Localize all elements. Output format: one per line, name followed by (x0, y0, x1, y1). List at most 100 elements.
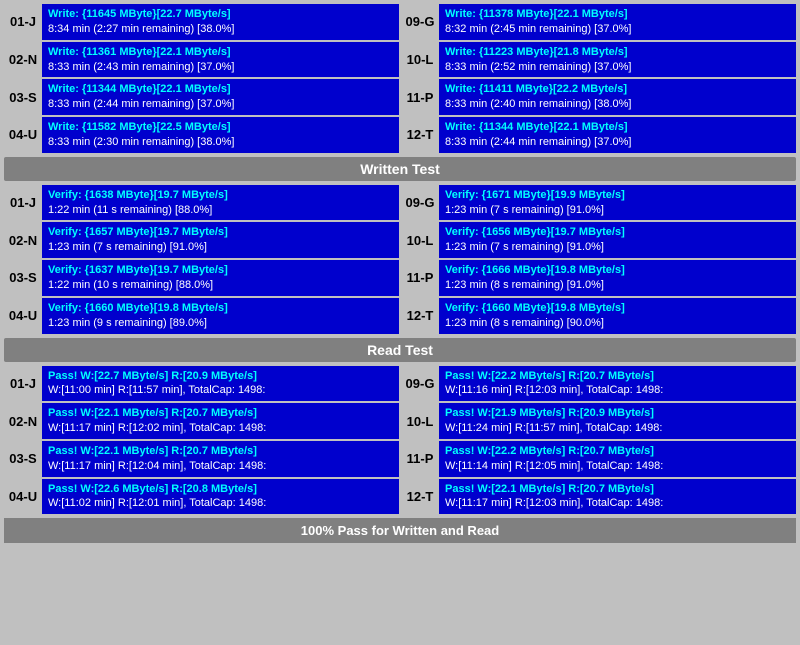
row-id: 11-P (401, 441, 439, 477)
row-line2: 1:23 min (7 s remaining) [91.0%] (445, 240, 790, 255)
write-col-left: 01-JWrite: {11645 MByte}[22.7 MByte/s]8:… (4, 4, 399, 153)
row-line2: 8:33 min (2:52 min remaining) [37.0%] (445, 60, 790, 75)
list-item: 01-JVerify: {1638 MByte}[19.7 MByte/s]1:… (4, 185, 399, 221)
row-id: 09-G (401, 185, 439, 221)
list-item: 11-PPass! W:[22.2 MByte/s] R:[20.7 MByte… (401, 441, 796, 477)
row-line1: Verify: {1666 MByte}[19.8 MByte/s] (445, 263, 790, 278)
row-line1: Verify: {1637 MByte}[19.7 MByte/s] (48, 263, 393, 278)
row-id: 09-G (401, 366, 439, 402)
row-line2: 1:23 min (9 s remaining) [89.0%] (48, 316, 393, 331)
list-item: 12-TVerify: {1660 MByte}[19.8 MByte/s]1:… (401, 298, 796, 334)
row-data: Write: {11378 MByte}[22.1 MByte/s]8:32 m… (439, 4, 796, 40)
row-line2: W:[11:00 min] R:[11:57 min], TotalCap: 1… (48, 383, 393, 398)
row-line1: Write: {11645 MByte}[22.7 MByte/s] (48, 7, 393, 22)
list-item: 09-GWrite: {11378 MByte}[22.1 MByte/s]8:… (401, 4, 796, 40)
row-line1: Write: {11344 MByte}[22.1 MByte/s] (48, 82, 393, 97)
row-id: 03-S (4, 79, 42, 115)
row-line1: Write: {11582 MByte}[22.5 MByte/s] (48, 120, 393, 135)
row-line1: Pass! W:[22.6 MByte/s] R:[20.8 MByte/s] (48, 482, 393, 497)
row-line2: 8:33 min (2:40 min remaining) [38.0%] (445, 97, 790, 112)
row-id: 02-N (4, 222, 42, 258)
list-item: 03-SVerify: {1637 MByte}[19.7 MByte/s]1:… (4, 260, 399, 296)
verify-section: 01-JVerify: {1638 MByte}[19.7 MByte/s]1:… (4, 185, 796, 334)
row-data: Verify: {1660 MByte}[19.8 MByte/s]1:23 m… (439, 298, 796, 334)
row-line1: Verify: {1660 MByte}[19.8 MByte/s] (48, 301, 393, 316)
list-item: 11-PVerify: {1666 MByte}[19.8 MByte/s]1:… (401, 260, 796, 296)
row-data: Verify: {1656 MByte}[19.7 MByte/s]1:23 m… (439, 222, 796, 258)
list-item: 02-NPass! W:[22.1 MByte/s] R:[20.7 MByte… (4, 403, 399, 439)
row-data: Pass! W:[22.2 MByte/s] R:[20.7 MByte/s]W… (439, 441, 796, 477)
row-id: 01-J (4, 366, 42, 402)
list-item: 10-LWrite: {11223 MByte}[21.8 MByte/s]8:… (401, 42, 796, 78)
row-line2: 8:33 min (2:30 min remaining) [38.0%] (48, 135, 393, 150)
row-line1: Write: {11223 MByte}[21.8 MByte/s] (445, 45, 790, 60)
row-id: 12-T (401, 479, 439, 515)
row-id: 12-T (401, 117, 439, 153)
write-section: 01-JWrite: {11645 MByte}[22.7 MByte/s]8:… (4, 4, 796, 153)
row-id: 01-J (4, 185, 42, 221)
row-line2: W:[11:02 min] R:[12:01 min], TotalCap: 1… (48, 496, 393, 511)
list-item: 04-UPass! W:[22.6 MByte/s] R:[20.8 MByte… (4, 479, 399, 515)
row-id: 10-L (401, 42, 439, 78)
row-line2: 8:34 min (2:27 min remaining) [38.0%] (48, 22, 393, 37)
row-id: 04-U (4, 298, 42, 334)
row-id: 11-P (401, 260, 439, 296)
verify-col-left: 01-JVerify: {1638 MByte}[19.7 MByte/s]1:… (4, 185, 399, 334)
row-id: 09-G (401, 4, 439, 40)
row-data: Write: {11223 MByte}[21.8 MByte/s]8:33 m… (439, 42, 796, 78)
row-data: Pass! W:[22.1 MByte/s] R:[20.7 MByte/s]W… (439, 479, 796, 515)
row-data: Write: {11411 MByte}[22.2 MByte/s]8:33 m… (439, 79, 796, 115)
row-data: Pass! W:[21.9 MByte/s] R:[20.9 MByte/s]W… (439, 403, 796, 439)
row-line1: Pass! W:[22.1 MByte/s] R:[20.7 MByte/s] (445, 482, 790, 497)
pass-col-left: 01-J Pass! W:[22.7 MByte/s] R:[20.9 MByte… (4, 366, 399, 515)
list-item: 04-UVerify: {1660 MByte}[19.8 MByte/s]1:… (4, 298, 399, 334)
row-line2: 8:33 min (2:44 min remaining) [37.0%] (445, 135, 790, 150)
row-id: 02-N (4, 42, 42, 78)
list-item: 04-UWrite: {11582 MByte}[22.5 MByte/s]8:… (4, 117, 399, 153)
verify-col-right: 09-GVerify: {1671 MByte}[19.9 MByte/s]1:… (401, 185, 796, 334)
row-data: Verify: {1638 MByte}[19.7 MByte/s]1:22 m… (42, 185, 399, 221)
row-line2: 8:32 min (2:45 min remaining) [37.0%] (445, 22, 790, 37)
row-line1: Pass! W:[22.2 MByte/s] R:[20.7 MByte/s] (445, 444, 790, 459)
row-line1: Verify: {1657 MByte}[19.7 MByte/s] (48, 225, 393, 240)
row-data: Verify: {1666 MByte}[19.8 MByte/s]1:23 m… (439, 260, 796, 296)
read-test-header: Read Test (4, 338, 796, 362)
list-item: 12-TWrite: {11344 MByte}[22.1 MByte/s]8:… (401, 117, 796, 153)
row-line2: 1:23 min (7 s remaining) [91.0%] (445, 203, 790, 218)
main-container: 01-JWrite: {11645 MByte}[22.7 MByte/s]8:… (0, 0, 800, 547)
row-line1: Verify: {1656 MByte}[19.7 MByte/s] (445, 225, 790, 240)
row-line2: 1:22 min (11 s remaining) [88.0%] (48, 203, 393, 218)
row-line1: Pass! W:[22.1 MByte/s] R:[20.7 MByte/s] (48, 406, 393, 421)
row-data: Pass! W:[22.2 MByte/s] R:[20.7 MByte/s]W… (439, 366, 796, 402)
list-item: 03-SPass! W:[22.1 MByte/s] R:[20.7 MByte… (4, 441, 399, 477)
row-line1: Verify: {1671 MByte}[19.9 MByte/s] (445, 188, 790, 203)
row-data: Pass! W:[22.1 MByte/s] R:[20.7 MByte/s]W… (42, 403, 399, 439)
row-data: Pass! W:[22.1 MByte/s] R:[20.7 MByte/s]W… (42, 441, 399, 477)
row-line1: Pass! W:[22.7 MByte/s] R:[20.9 MByte/s] (48, 369, 393, 384)
row-data: Pass! W:[22.6 MByte/s] R:[20.8 MByte/s]W… (42, 479, 399, 515)
pass-section: 01-J Pass! W:[22.7 MByte/s] R:[20.9 MByte… (4, 366, 796, 515)
row-id: 12-T (401, 298, 439, 334)
list-item: 02-NWrite: {11361 MByte}[22.1 MByte/s]8:… (4, 42, 399, 78)
row-line1: Pass! W:[22.1 MByte/s] R:[20.7 MByte/s] (48, 444, 393, 459)
row-id: 02-N (4, 403, 42, 439)
row-line1: Verify: {1638 MByte}[19.7 MByte/s] (48, 188, 393, 203)
list-item: 09-GVerify: {1671 MByte}[19.9 MByte/s]1:… (401, 185, 796, 221)
row-line1: Pass! W:[22.2 MByte/s] R:[20.7 MByte/s] (445, 369, 790, 384)
row-data: Verify: {1671 MByte}[19.9 MByte/s]1:23 m… (439, 185, 796, 221)
row-data: Write: {11645 MByte}[22.7 MByte/s]8:34 m… (42, 4, 399, 40)
row-line2: W:[11:14 min] R:[12:05 min], TotalCap: 1… (445, 459, 790, 474)
list-item: 01-J Pass! W:[22.7 MByte/s] R:[20.9 MByte… (4, 366, 399, 402)
list-item: 12-TPass! W:[22.1 MByte/s] R:[20.7 MByte… (401, 479, 796, 515)
row-data: Write: {11344 MByte}[22.1 MByte/s]8:33 m… (42, 79, 399, 115)
list-item: 01-JWrite: {11645 MByte}[22.7 MByte/s]8:… (4, 4, 399, 40)
list-item: 03-SWrite: {11344 MByte}[22.1 MByte/s]8:… (4, 79, 399, 115)
row-data: Verify: {1660 MByte}[19.8 MByte/s]1:23 m… (42, 298, 399, 334)
row-line2: 1:23 min (7 s remaining) [91.0%] (48, 240, 393, 255)
row-id: 10-L (401, 403, 439, 439)
list-item: 10-LVerify: {1656 MByte}[19.7 MByte/s]1:… (401, 222, 796, 258)
row-line2: W:[11:17 min] R:[12:03 min], TotalCap: 1… (445, 496, 790, 511)
row-id: 01-J (4, 4, 42, 40)
status-bar: 100% Pass for Written and Read (4, 518, 796, 543)
row-data: Write: {11344 MByte}[22.1 MByte/s]8:33 m… (439, 117, 796, 153)
